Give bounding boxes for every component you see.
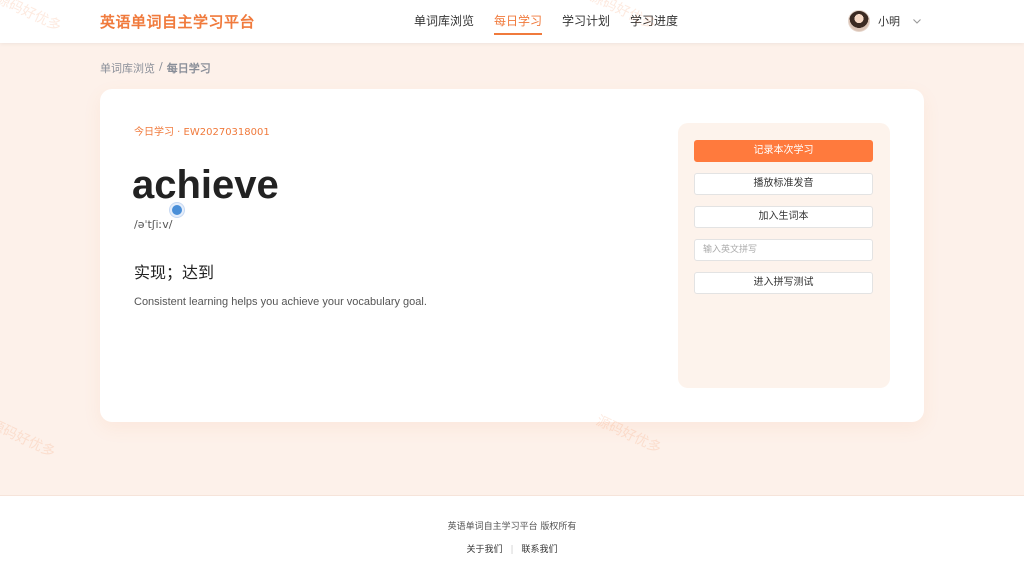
footer-copyright: 英语单词自主学习平台 版权所有 <box>447 522 577 532</box>
avatar <box>848 10 870 32</box>
add-to-wordbook-button[interactable]: 加入生词本 <box>694 206 873 228</box>
breadcrumb-link-word-library[interactable]: 单词库浏览 <box>100 60 155 76</box>
footer-links: 关于我们 | 联系我们 <box>0 542 1024 555</box>
watermark: 源码好优多 <box>0 416 58 461</box>
footer-link-contact[interactable]: 联系我们 <box>522 545 558 555</box>
record-study-button[interactable]: 记录本次学习 <box>694 140 873 162</box>
study-card: 今日学习 · EW20270318001 achieve /əˈtʃiːv/ 实… <box>100 89 924 422</box>
main-nav: 单词库浏览 每日学习 学习计划 学习进度 <box>414 0 698 43</box>
top-header: 英语单词自主学习平台 单词库浏览 每日学习 学习计划 学习进度 小明 <box>0 0 1024 43</box>
word-meaning: 实现；达到 <box>134 263 215 282</box>
play-pronunciation-button[interactable]: 播放标准发音 <box>694 173 873 195</box>
brand-logo-text[interactable]: 英语单词自主学习平台 <box>100 11 255 32</box>
mouse-cursor-indicator <box>170 203 184 217</box>
footer-link-divider: | <box>510 545 514 555</box>
word-phonetic: /əˈtʃiːv/ <box>134 218 173 231</box>
spelling-test-button[interactable]: 进入拼写测试 <box>694 272 873 294</box>
nav-item-daily-study[interactable]: 每日学习 <box>494 0 543 43</box>
chevron-down-icon <box>913 19 921 24</box>
nav-item-study-plan[interactable]: 学习计划 <box>562 0 610 43</box>
example-sentence: Consistent learning helps you achieve yo… <box>134 296 427 308</box>
word-title: achieve <box>132 163 279 207</box>
user-menu[interactable]: 小明 <box>848 10 922 32</box>
breadcrumb-separator: / <box>159 60 163 73</box>
action-panel: 记录本次学习 播放标准发音 加入生词本 进入拼写测试 <box>678 123 890 388</box>
nav-item-study-progress[interactable]: 学习进度 <box>630 0 678 43</box>
spelling-input[interactable] <box>694 239 873 261</box>
breadcrumb: 单词库浏览 / 每日学习 <box>100 60 211 76</box>
study-tag: 今日学习 · EW20270318001 <box>134 127 270 138</box>
footer-link-about[interactable]: 关于我们 <box>466 545 502 555</box>
page-footer: 英语单词自主学习平台 版权所有 关于我们 | 联系我们 <box>0 495 1024 576</box>
breadcrumb-current: 每日学习 <box>166 62 211 75</box>
nav-item-word-library[interactable]: 单词库浏览 <box>414 0 474 43</box>
user-name: 小明 <box>878 15 900 28</box>
